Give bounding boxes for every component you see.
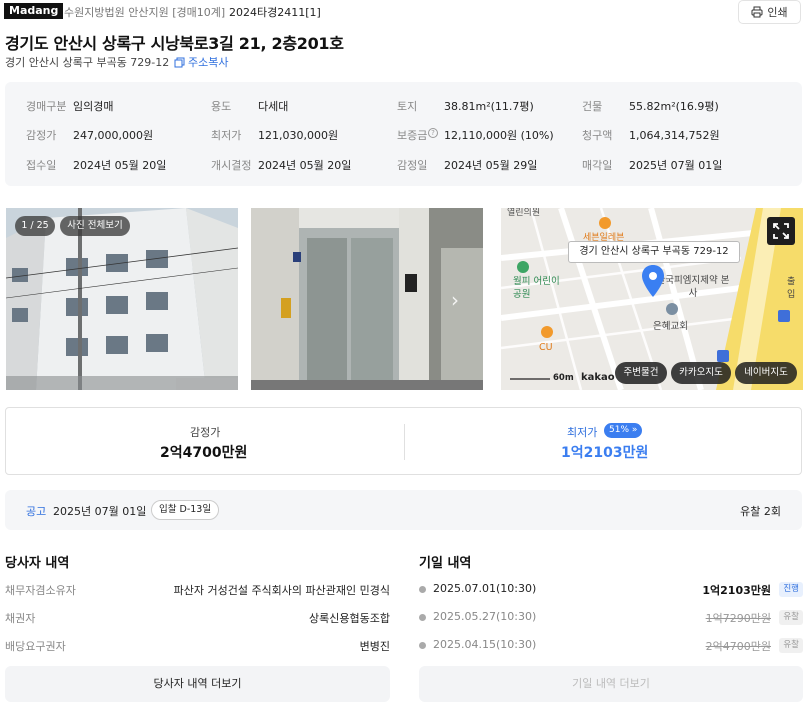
property-photo-exterior[interactable]: 1 / 25 사진 전체보기 (6, 208, 238, 390)
status-badge: 유찰 (779, 610, 803, 625)
status-dot (419, 642, 426, 649)
price-minimum-label: 최저가 (567, 426, 598, 439)
nearby-properties-button[interactable]: 주변물건 (615, 362, 667, 384)
printer-icon (751, 6, 763, 18)
map-pin-icon (642, 265, 664, 297)
expand-icon (773, 223, 789, 239)
map-place-exit: 출입 (787, 277, 796, 300)
price-appraisal-label: 감정가 (190, 426, 221, 439)
brand-logo: Madang (4, 3, 64, 19)
print-button[interactable]: 인쇄 (738, 0, 801, 24)
map-place-company: 한국피엠지제약 본사 (656, 275, 730, 299)
status-badge: 유찰 (779, 638, 803, 653)
map-place-church: 은혜교회 (653, 321, 688, 332)
next-photo-arrow-icon[interactable]: › (451, 288, 459, 312)
party-row: 채권자 상록신용협동조합 (5, 612, 390, 625)
page-title: 경기도 안산시 상록구 시낭북로3길 21, 2층201호 (5, 34, 344, 53)
sub-address: 경기 안산시 상록구 부곡동 729-12 (5, 56, 170, 69)
history-row: 2025.04.15(10:30) 2억4700만원 유찰 (419, 638, 803, 654)
history-title: 기일 내역 (419, 556, 472, 571)
copy-address-label: 주소복사 (188, 56, 229, 69)
map-scale: 60m (553, 373, 574, 383)
price-divider (404, 424, 405, 460)
fail-count: 유찰 2회 (740, 505, 781, 518)
chevron-down-icon: » (631, 425, 638, 435)
photo-counter: 1 / 25 (15, 216, 55, 236)
fullscreen-map-button[interactable] (767, 217, 795, 245)
price-summary: 감정가 2억4700만원 최저가 51% » 1억2103만원 (5, 407, 802, 475)
status-dot (419, 586, 426, 593)
parties-title: 당사자 내역 (5, 556, 70, 571)
map-place-park: 월피 어린이공원 (513, 276, 560, 300)
parties-more-button[interactable]: 당사자 내역 더보기 (5, 666, 390, 702)
court-name: 수원지방법원 안산지원 [경매10계] (64, 6, 226, 19)
copy-icon (174, 57, 185, 67)
party-row: 배당요구권자 변병진 (5, 640, 390, 653)
price-minimum-value: 1억2103만원 (561, 445, 649, 461)
print-label: 인쇄 (767, 6, 788, 19)
case-number: 2024타경2411[1] (229, 6, 321, 19)
info-help-icon[interactable]: ? (428, 128, 438, 138)
history-row: 2025.07.01(10:30) 1억2103만원 진행 (419, 582, 803, 598)
status-dot (419, 614, 426, 621)
kakao-map-button[interactable]: 카카오지도 (671, 362, 731, 384)
notice-bar: 공고 2025년 07월 01일 입찰 D-13일 유찰 2회 (5, 490, 802, 530)
building-entrance-image (251, 208, 483, 390)
property-photo-entrance[interactable]: › (251, 208, 483, 390)
map-place-clinic: 열린의원 (507, 208, 541, 218)
copy-address-button[interactable]: 주소복사 (174, 54, 228, 70)
history-more-button[interactable]: 기일 내역 더보기 (419, 666, 803, 702)
top-bar: Madang 수원지방법원 안산지원 [경매10계] 2024타경2411[1]… (0, 0, 803, 24)
bid-dday-badge: 입찰 D-13일 (151, 500, 220, 520)
status-badge: 진행 (779, 582, 803, 597)
map-address-tooltip: 경기 안산시 상록구 부곡동 729-12 (568, 241, 740, 263)
price-appraisal-value: 2억4700만원 (160, 445, 248, 461)
view-all-photos-button[interactable]: 사진 전체보기 (60, 216, 130, 236)
notice-label: 공고 (26, 505, 47, 518)
minimum-rate-badge: 51% » (604, 423, 643, 438)
kakao-logo: kakao (581, 372, 615, 383)
notice-date: 2025년 07월 01일 (53, 505, 147, 518)
map-place-cu: CU (539, 342, 553, 353)
info-panel: 경매구분 임의경매 용도 다세대 토지 38.81m²(11.7평) 건물 55.82m… (5, 82, 802, 186)
history-row: 2025.05.27(10:30) 1억7290만원 유찰 (419, 610, 803, 626)
naver-map-button[interactable]: 네이버지도 (735, 362, 797, 384)
party-row: 채무자겸소유자 파산자 거성건설 주식회사의 파산관재인 민경식 (5, 584, 390, 597)
